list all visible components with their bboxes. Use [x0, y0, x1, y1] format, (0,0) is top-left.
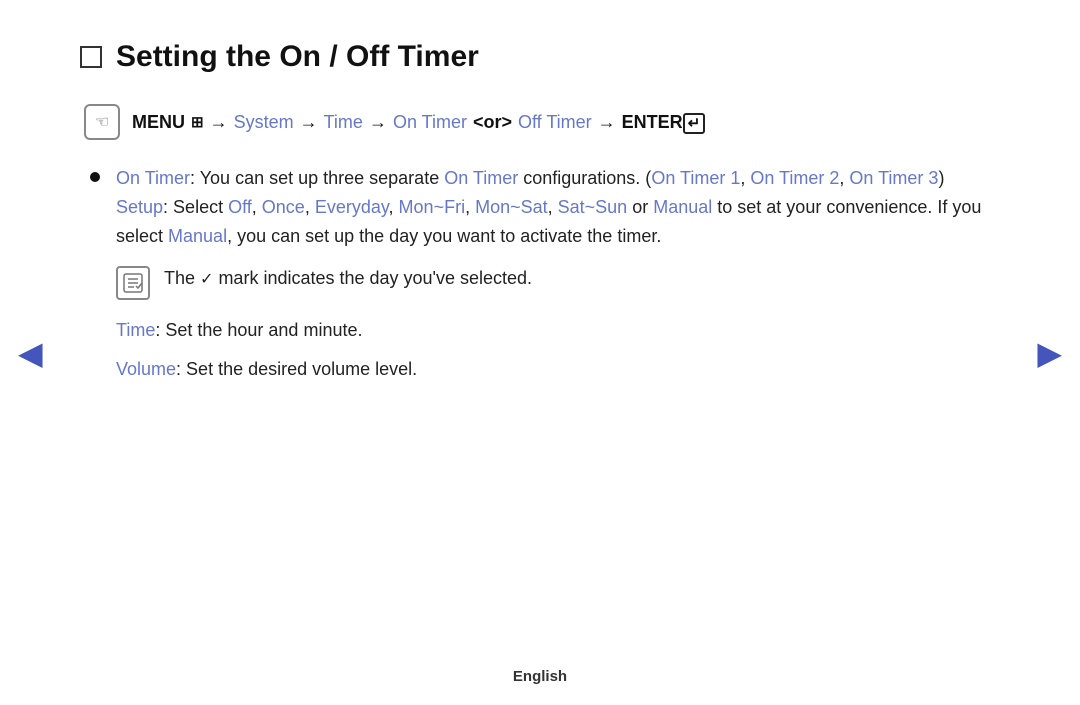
setup-text1: : Select — [163, 197, 228, 217]
title-row: Setting the On / Off Timer — [80, 40, 1000, 74]
page-title: Setting the On / Off Timer — [116, 40, 479, 74]
nav-arrow-right[interactable]: ▶ — [1037, 334, 1062, 372]
comma-off: , — [252, 197, 262, 217]
everyday-option: Everyday — [315, 197, 389, 217]
volume-label-text: Volume — [116, 359, 176, 379]
bullet-item: On Timer: You can set up three separate … — [90, 164, 1000, 250]
setup-label: Setup — [116, 197, 163, 217]
mon-fri-option: Mon~Fri — [399, 197, 466, 217]
on-timer-1: On Timer 1 — [651, 168, 740, 188]
footer-language: English — [513, 668, 567, 685]
comma-everyday: , — [389, 197, 399, 217]
off-option: Off — [228, 197, 252, 217]
sat-sun-option: Sat~Sun — [558, 197, 628, 217]
volume-line: Volume: Set the desired volume level. — [116, 355, 1000, 384]
comma-once: , — [305, 197, 315, 217]
bullet-dot — [90, 172, 100, 182]
checkmark-symbol: ✓ — [200, 271, 213, 288]
comma-mon-fri: , — [465, 197, 475, 217]
menu-icon: ☜ — [84, 104, 120, 140]
manual-option: Manual — [653, 197, 712, 217]
menu-label: MENU — [132, 112, 185, 133]
page-container: Setting the On / Off Timer ☜ MENU ⊞ → Sys… — [0, 0, 1080, 705]
nav-arrow-left[interactable]: ◀ — [18, 334, 43, 372]
system-label: System — [234, 112, 294, 133]
bullet-text2: configurations. ( — [518, 168, 651, 188]
on-timer-3: On Timer 3 — [849, 168, 938, 188]
time-label-text: Time — [116, 320, 155, 340]
manual2-option: Manual — [168, 226, 227, 246]
note-text-after: mark indicates the day you've selected. — [213, 268, 532, 288]
arrow-4: → — [598, 112, 616, 133]
note-row: The ✓ mark indicates the day you've sele… — [116, 264, 1000, 300]
on-timer-2: On Timer 2 — [750, 168, 839, 188]
note-icon — [116, 266, 150, 300]
note-text-before: The — [164, 268, 200, 288]
comma-mon-sat: , — [548, 197, 558, 217]
arrow-1: → — [210, 112, 228, 133]
or-label: <or> — [473, 112, 512, 133]
volume-text: : Set the desired volume level. — [176, 359, 417, 379]
mon-sat-option: Mon~Sat — [475, 197, 548, 217]
comma2: , — [839, 168, 849, 188]
setup-text3: , you can set up the day you want to act… — [227, 226, 661, 246]
menu-grid-icon: ⊞ — [191, 113, 204, 131]
close-paren: ) — [938, 168, 944, 188]
once-option: Once — [262, 197, 305, 217]
bullet-content: On Timer: You can set up three separate … — [116, 164, 1000, 250]
or-word: or — [627, 197, 653, 217]
time-label: Time — [324, 112, 363, 133]
content-area: On Timer: You can set up three separate … — [90, 164, 1000, 384]
arrow-3: → — [369, 112, 387, 133]
on-timer-label: On Timer — [393, 112, 467, 133]
on-timer-intro-label: On Timer — [116, 168, 190, 188]
off-timer-label: Off Timer — [518, 112, 592, 133]
arrow-2: → — [300, 112, 318, 133]
title-checkbox — [80, 46, 102, 68]
time-line: Time: Set the hour and minute. — [116, 316, 1000, 345]
comma1: , — [740, 168, 750, 188]
time-text: : Set the hour and minute. — [155, 320, 362, 340]
menu-path-row: ☜ MENU⊞ → System → Time → On Timer <or> … — [84, 104, 1000, 140]
bullet-text1: : You can set up three separate — [190, 168, 444, 188]
note-text: The ✓ mark indicates the day you've sele… — [164, 264, 532, 293]
enter-label: ENTER↵ — [622, 112, 706, 133]
on-timer-ref: On Timer — [444, 168, 518, 188]
